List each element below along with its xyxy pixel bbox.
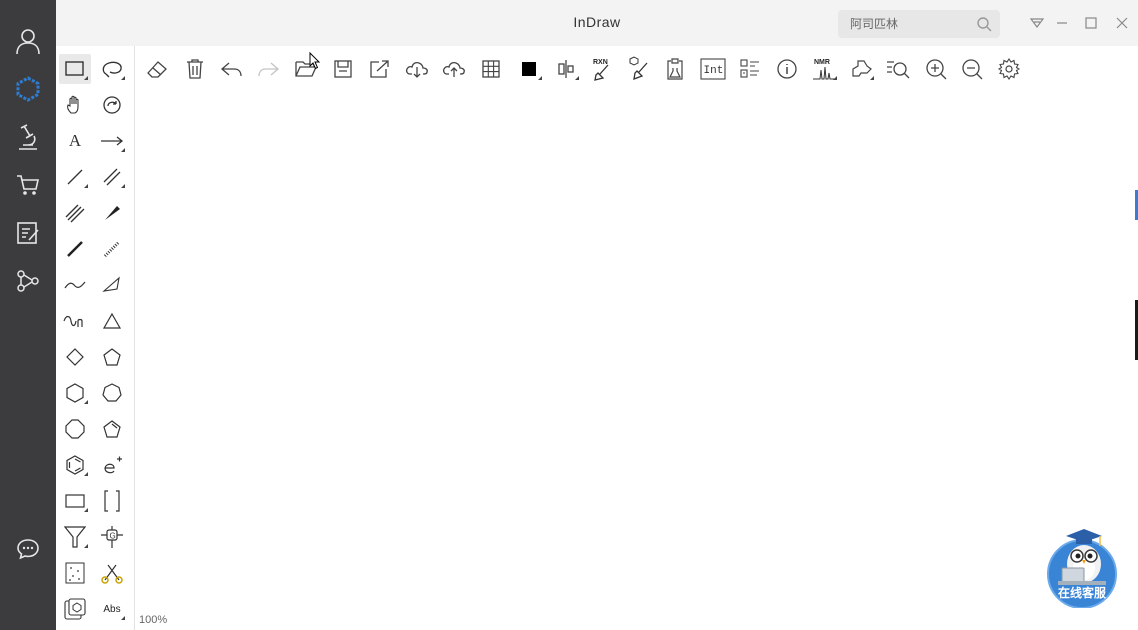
heptagon-ring-tool[interactable]: [96, 378, 128, 408]
notes-edit-icon[interactable]: [11, 216, 45, 250]
main-toolbar: RXN Int NMR: [135, 46, 1138, 92]
save-icon[interactable]: [328, 54, 358, 84]
triple-bond-tool[interactable]: [59, 198, 91, 228]
chain-tool[interactable]: [59, 306, 91, 336]
svg-text:G: G: [110, 532, 116, 541]
square-ring-tool[interactable]: [59, 342, 91, 372]
hashed-wedge-bond-tool[interactable]: [96, 234, 128, 264]
search-input[interactable]: [850, 15, 970, 33]
left-navigation: [0, 0, 56, 630]
funnel-glassware-tool[interactable]: [59, 522, 91, 552]
redo-icon[interactable]: [253, 54, 283, 84]
drawing-canvas[interactable]: [135, 92, 1138, 630]
share-network-icon[interactable]: [11, 264, 45, 298]
zoom-in-icon[interactable]: [921, 54, 951, 84]
clean-reaction-icon[interactable]: RXN: [587, 54, 617, 84]
int-label: Int: [704, 65, 724, 77]
cloud-upload-icon[interactable]: [439, 54, 469, 84]
search-box: [838, 10, 1000, 38]
microscope-icon[interactable]: [11, 120, 45, 154]
minimize-icon[interactable]: [1053, 14, 1071, 32]
data-matrix-icon[interactable]: [735, 54, 765, 84]
settings-gear-icon[interactable]: [994, 54, 1024, 84]
rectangle-select-tool[interactable]: [59, 54, 91, 84]
nmr-label: NMR: [814, 59, 830, 66]
close-icon[interactable]: [1113, 14, 1131, 32]
zoom-out-icon[interactable]: [957, 54, 987, 84]
rotate-tool[interactable]: [96, 90, 128, 120]
abs-stereo-tool[interactable]: Abs: [96, 594, 128, 624]
clipboard-flask-icon[interactable]: [661, 54, 691, 84]
single-bond-tool[interactable]: [59, 162, 91, 192]
nmr-predict-icon[interactable]: NMR: [809, 54, 839, 84]
online-support-label: 在线客服: [1057, 586, 1106, 600]
wavy-bond-tool[interactable]: [59, 270, 91, 300]
grid-table-icon[interactable]: [476, 54, 506, 84]
query-atom-tool[interactable]: G: [96, 522, 128, 552]
octagon-ring-tool[interactable]: [59, 414, 91, 444]
text-tool-glyph: A: [68, 131, 82, 150]
title-bar: InDraw: [56, 0, 1138, 46]
pentagon-ring-tool[interactable]: [96, 342, 128, 372]
hand-pan-tool[interactable]: [59, 90, 91, 120]
abs-label: Abs: [103, 603, 121, 615]
info-icon[interactable]: [772, 54, 802, 84]
eraser-icon[interactable]: [142, 54, 172, 84]
integer-int-icon[interactable]: Int: [698, 54, 728, 84]
shape-rectangle-tool[interactable]: [59, 486, 91, 516]
arrow-tool[interactable]: [96, 126, 128, 156]
dropdown-menu-icon[interactable]: [1028, 14, 1046, 32]
triangle-ring-tool[interactable]: [96, 306, 128, 336]
align-icon[interactable]: [551, 54, 581, 84]
cloud-download-icon[interactable]: [402, 54, 432, 84]
color-picker-icon[interactable]: [514, 54, 544, 84]
charge-plus-tool[interactable]: [96, 450, 128, 480]
zoom-level: 100%: [139, 614, 168, 626]
mouse-cursor-icon: [309, 52, 321, 70]
cyclopentadiene-tool[interactable]: [96, 414, 128, 444]
shopping-cart-icon[interactable]: [11, 168, 45, 202]
text-tool[interactable]: A: [59, 126, 91, 156]
undo-icon[interactable]: [217, 54, 247, 84]
templates-tool[interactable]: [59, 594, 91, 624]
lasso-select-tool[interactable]: [96, 54, 128, 84]
maximize-icon[interactable]: [1082, 14, 1100, 32]
rxn-label: RXN: [593, 59, 608, 66]
dashed-wedge-bond-tool[interactable]: [96, 270, 128, 300]
dotted-frame-tool[interactable]: [59, 558, 91, 588]
hexagon-ring-tool[interactable]: [59, 378, 91, 408]
tool-palette: A G Abs: [56, 46, 135, 630]
search-icon[interactable]: [976, 16, 992, 32]
molecule-logo-icon[interactable]: [11, 72, 45, 106]
clean-structure-icon[interactable]: [624, 54, 654, 84]
bracket-tool[interactable]: [96, 486, 128, 516]
bold-bond-tool[interactable]: [59, 234, 91, 264]
user-account-icon[interactable]: [11, 24, 45, 58]
scissors-cut-tool[interactable]: [96, 558, 128, 588]
double-bond-tool[interactable]: [96, 162, 128, 192]
zoom-fit-icon[interactable]: [883, 54, 913, 84]
delete-trash-icon[interactable]: [180, 54, 210, 84]
benzene-ring-tool[interactable]: [59, 450, 91, 480]
export-icon[interactable]: [365, 54, 395, 84]
structure-search-icon[interactable]: [846, 54, 876, 84]
chat-feedback-icon[interactable]: [11, 532, 45, 566]
wedge-bond-tool[interactable]: [96, 198, 128, 228]
online-support-button[interactable]: 在线客服: [1046, 524, 1118, 608]
